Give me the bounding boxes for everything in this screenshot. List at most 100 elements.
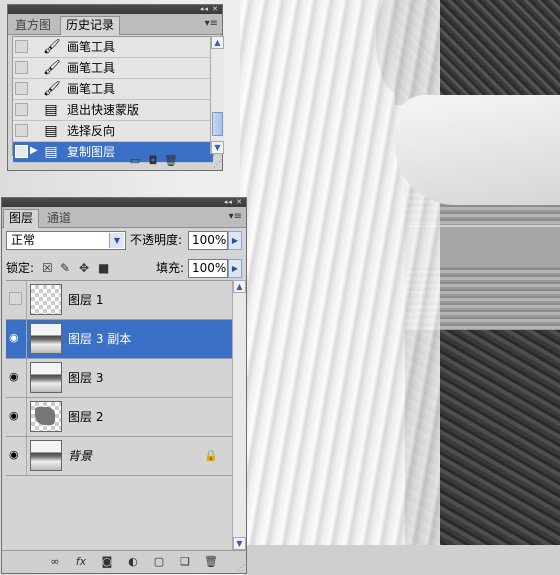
eye-icon[interactable]: ◉	[9, 332, 19, 344]
lock-label: 锁定:	[6, 261, 35, 275]
panel-titlebar[interactable]: ◂◂ ✕	[2, 198, 246, 207]
layer-thumbnail[interactable]	[30, 401, 62, 432]
lock-pixels-brush-icon[interactable]: ✎	[60, 260, 70, 276]
adjustment-icon[interactable]: ◐	[120, 555, 146, 569]
layer-row[interactable]: ◉ 图层 2	[6, 398, 232, 437]
history-source-checkbox[interactable]	[15, 61, 28, 74]
panel-menu-icon[interactable]: ▾≡	[229, 212, 242, 222]
blend-row: 正常 ▼ 不透明度: 100% ▶	[6, 231, 244, 251]
layer-thumbnail[interactable]	[30, 323, 62, 354]
layer-name[interactable]: 背景	[68, 437, 92, 475]
layer-name[interactable]: 图层 3 副本	[68, 320, 131, 358]
history-item[interactable]: 🖌 画笔工具	[13, 58, 213, 79]
lock-position-move-icon[interactable]: ✥	[79, 260, 89, 276]
new-layer-icon[interactable]: ❏	[172, 555, 198, 569]
tab-channels[interactable]: 通道	[42, 210, 76, 226]
history-item[interactable]: 🖌 画笔工具	[13, 37, 213, 58]
visibility-cell[interactable]: ◉	[6, 398, 27, 436]
history-panel: ◂◂ ✕ 直方图 历史记录 ▾≡ 🖌 画笔工具 🖌 画笔工具 🖌 画笔工具 ▤ 退出快速蒙版 ▤…	[7, 4, 224, 171]
snapshot-camera-icon[interactable]: ◘	[144, 154, 162, 168]
history-source-checkbox[interactable]	[15, 124, 28, 137]
collapse-close-icon[interactable]: ◂◂ ✕	[224, 198, 243, 207]
history-footer: ▭ ◘ 🗑	[126, 154, 180, 168]
opacity-label: 不透明度:	[130, 233, 183, 247]
blend-mode-select[interactable]: 正常 ▼	[6, 231, 126, 250]
scroll-thumb[interactable]	[212, 112, 223, 136]
fx-icon[interactable]: fx	[68, 555, 94, 569]
link-icon[interactable]: ∞	[42, 555, 68, 569]
eye-icon[interactable]: ◉	[9, 449, 19, 461]
new-document-icon[interactable]: ▭	[126, 154, 144, 168]
photo-dress	[240, 0, 440, 575]
chevron-down-icon[interactable]: ▼	[109, 233, 124, 248]
layer-thumbnail[interactable]	[30, 362, 62, 393]
visibility-cell[interactable]: ◉	[6, 320, 27, 358]
history-current-arrow-icon: ▶	[30, 145, 38, 156]
layer-list: 图层 1 ◉ 图层 3 副本 ◉ 图层 3 ◉ 图层 2 ◉ 背景 🔒	[6, 280, 232, 551]
tab-layers[interactable]: 图层	[3, 209, 40, 228]
history-item[interactable]: ▤ 选择反向	[13, 121, 213, 142]
mask-icon[interactable]: ◙	[94, 555, 120, 569]
history-item[interactable]: 🖌 画笔工具	[13, 79, 213, 100]
history-state-icon: ▤	[44, 102, 58, 118]
lock-icon: 🔒	[204, 449, 218, 462]
lock-transparency-icon[interactable]: ☒	[42, 260, 53, 276]
history-state-icon: ▤	[44, 123, 58, 139]
history-state-icon: ▤	[44, 144, 58, 160]
layers-footer: ∞ fx ◙ ◐ ▢ ❏ 🗑 ⋰	[2, 550, 246, 573]
layer-row[interactable]: ◉ 图层 3 副本	[6, 320, 232, 359]
panel-titlebar[interactable]: ◂◂ ✕	[8, 5, 222, 14]
layers-scrollbar[interactable]: ▲ ▼	[232, 280, 246, 550]
history-item[interactable]: ▶ ▤ 复制图层	[13, 142, 213, 163]
panel-menu-icon[interactable]: ▾≡	[205, 19, 218, 29]
resize-grip-icon[interactable]: ⋰	[237, 564, 245, 572]
history-list: 🖌 画笔工具 🖌 画笔工具 🖌 画笔工具 ▤ 退出快速蒙版 ▤ 选择反向 ▶ ▤ 复制图层	[12, 36, 214, 163]
layer-row[interactable]: ◉ 背景 🔒	[6, 437, 232, 476]
scroll-down-icon[interactable]: ▼	[233, 537, 246, 550]
fill-input[interactable]: 100%	[188, 259, 228, 278]
layer-thumbnail[interactable]	[30, 440, 62, 471]
eye-icon[interactable]: ◉	[9, 371, 19, 383]
brush-icon: 🖌	[43, 81, 61, 97]
layer-thumbnail[interactable]	[30, 284, 62, 315]
visibility-toggle[interactable]	[9, 292, 22, 305]
group-folder-icon[interactable]: ▢	[146, 555, 172, 569]
history-scrollbar[interactable]: ▲ ▼	[210, 36, 224, 154]
history-item-label: 退出快速蒙版	[67, 103, 140, 117]
opacity-slider-arrow-icon[interactable]: ▶	[228, 231, 242, 250]
fill-slider-arrow-icon[interactable]: ▶	[228, 259, 242, 278]
scroll-up-icon[interactable]: ▲	[211, 36, 224, 49]
history-item-label: 复制图层	[67, 145, 116, 159]
visibility-cell[interactable]	[6, 281, 27, 319]
eye-icon[interactable]: ◉	[9, 410, 19, 422]
photo-floor	[245, 545, 560, 575]
blend-mode-value: 正常	[11, 233, 36, 247]
scroll-down-icon[interactable]: ▼	[211, 141, 224, 154]
history-item[interactable]: ▤ 退出快速蒙版	[13, 100, 213, 121]
tab-histogram[interactable]: 直方图	[10, 17, 56, 33]
layer-row[interactable]: 图层 1	[6, 281, 232, 320]
trash-icon[interactable]: 🗑	[162, 154, 180, 168]
history-source-checkbox[interactable]	[15, 82, 28, 95]
layer-row[interactable]: ◉ 图层 3	[6, 359, 232, 398]
layers-panel: ◂◂ ✕ 图层 通道 ▾≡ 正常 ▼ 不透明度: 100% ▶ 锁定: ☒ ✎ …	[1, 197, 247, 574]
history-source-checkbox[interactable]	[15, 40, 28, 53]
collapse-close-icon[interactable]: ◂◂ ✕	[200, 5, 219, 14]
scroll-up-icon[interactable]: ▲	[233, 280, 246, 293]
history-item-label: 画笔工具	[67, 40, 116, 54]
layer-name[interactable]: 图层 2	[68, 398, 103, 436]
visibility-cell[interactable]: ◉	[6, 437, 27, 475]
tab-history[interactable]: 历史记录	[60, 16, 121, 35]
history-source-checkbox[interactable]	[15, 103, 28, 116]
layer-name[interactable]: 图层 3	[68, 359, 103, 397]
lock-row: 锁定: ☒ ✎ ✥ ■ 填充: 100% ▶	[6, 258, 244, 278]
layer-name[interactable]: 图层 1	[68, 281, 103, 319]
opacity-input[interactable]: 100%	[188, 231, 228, 250]
brush-icon: 🖌	[43, 39, 61, 55]
brush-icon: 🖌	[43, 60, 61, 76]
trash-icon[interactable]: 🗑	[198, 555, 224, 569]
visibility-cell[interactable]: ◉	[6, 359, 27, 397]
resize-grip-icon[interactable]: ⋰	[213, 161, 221, 169]
history-source-checkbox[interactable]	[15, 145, 28, 158]
lock-all-icon[interactable]: ■	[98, 260, 109, 276]
